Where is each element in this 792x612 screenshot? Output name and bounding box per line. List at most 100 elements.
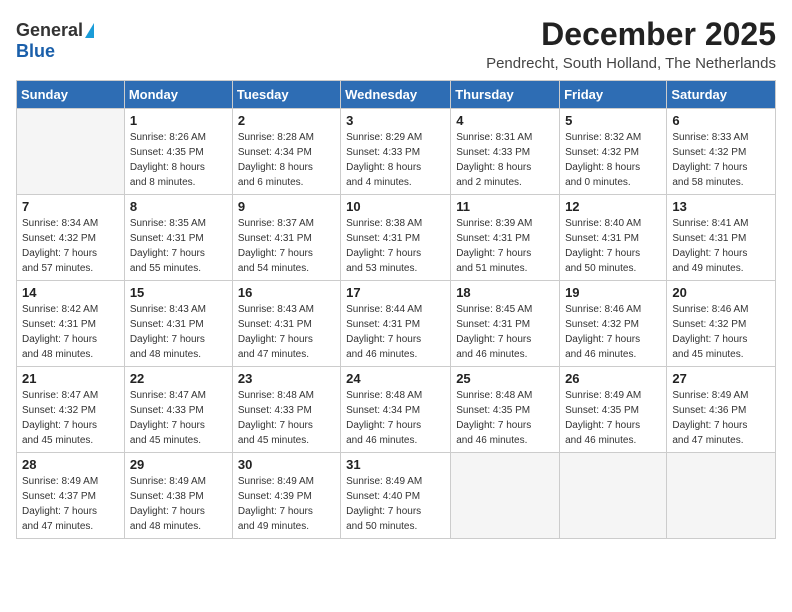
day-info: Sunrise: 8:47 AM Sunset: 4:33 PM Dayligh… bbox=[130, 388, 227, 448]
day-info: Sunrise: 8:39 AM Sunset: 4:31 PM Dayligh… bbox=[456, 216, 554, 276]
day-number: 20 bbox=[672, 285, 770, 300]
day-info: Sunrise: 8:38 AM Sunset: 4:31 PM Dayligh… bbox=[346, 216, 445, 276]
calendar-cell: 16 Sunrise: 8:43 AM Sunset: 4:31 PM Dayli… bbox=[232, 281, 340, 367]
header-friday: Friday bbox=[560, 81, 667, 109]
day-number: 12 bbox=[565, 199, 661, 214]
day-number: 27 bbox=[672, 371, 770, 386]
day-info: Sunrise: 8:43 AM Sunset: 4:31 PM Dayligh… bbox=[238, 302, 335, 362]
calendar-week-3: 14 Sunrise: 8:42 AM Sunset: 4:31 PM Dayli… bbox=[17, 281, 776, 367]
day-number: 6 bbox=[672, 113, 770, 128]
day-info: Sunrise: 8:49 AM Sunset: 4:38 PM Dayligh… bbox=[130, 474, 227, 534]
day-number: 15 bbox=[130, 285, 227, 300]
day-number: 30 bbox=[238, 457, 335, 472]
day-number: 21 bbox=[22, 371, 119, 386]
calendar-cell bbox=[560, 453, 667, 539]
calendar-cell: 22Sunrise: 8:47 AM Sunset: 4:33 PM Dayli… bbox=[124, 367, 232, 453]
day-info: Sunrise: 8:46 AM Sunset: 4:32 PM Dayligh… bbox=[565, 302, 661, 362]
calendar-cell: 7Sunrise: 8:34 AM Sunset: 4:32 PM Daylig… bbox=[17, 195, 125, 281]
day-info: Sunrise: 8:42 AM Sunset: 4:31 PM Dayligh… bbox=[22, 302, 119, 362]
day-number: 3 bbox=[346, 113, 445, 128]
calendar-cell: 12 Sunrise: 8:40 AM Sunset: 4:31 PM Dayli… bbox=[560, 195, 667, 281]
calendar-cell: 30 Sunrise: 8:49 AM Sunset: 4:39 PM Dayli… bbox=[232, 453, 340, 539]
calendar-cell: 6 Sunrise: 8:33 AM Sunset: 4:32 PM Daylig… bbox=[667, 109, 776, 195]
day-info: Sunrise: 8:48 AM Sunset: 4:34 PM Dayligh… bbox=[346, 388, 445, 448]
calendar-cell: 14 Sunrise: 8:42 AM Sunset: 4:31 PM Dayli… bbox=[17, 281, 125, 367]
day-info: Sunrise: 8:49 AM Sunset: 4:35 PM Dayligh… bbox=[565, 388, 661, 448]
day-info: Sunrise: 8:46 AM Sunset: 4:32 PM Dayligh… bbox=[672, 302, 770, 362]
day-info: Sunrise: 8:44 AM Sunset: 4:31 PM Dayligh… bbox=[346, 302, 445, 362]
day-number: 28 bbox=[22, 457, 119, 472]
day-number: 31 bbox=[346, 457, 445, 472]
header-tuesday: Tuesday bbox=[232, 81, 340, 109]
day-number: 2 bbox=[238, 113, 335, 128]
header-monday: Monday bbox=[124, 81, 232, 109]
day-info: Sunrise: 8:40 AM Sunset: 4:31 PM Dayligh… bbox=[565, 216, 661, 276]
calendar-week-4: 21Sunrise: 8:47 AM Sunset: 4:32 PM Dayli… bbox=[17, 367, 776, 453]
calendar-cell: 21Sunrise: 8:47 AM Sunset: 4:32 PM Dayli… bbox=[17, 367, 125, 453]
calendar-week-1: 1 Sunrise: 8:26 AM Sunset: 4:35 PM Daylig… bbox=[17, 109, 776, 195]
calendar-cell bbox=[667, 453, 776, 539]
logo-general: General bbox=[16, 20, 94, 41]
day-number: 24 bbox=[346, 371, 445, 386]
day-number: 4 bbox=[456, 113, 554, 128]
calendar-cell: 2 Sunrise: 8:28 AM Sunset: 4:34 PM Daylig… bbox=[232, 109, 340, 195]
day-number: 19 bbox=[565, 285, 661, 300]
day-info: Sunrise: 8:33 AM Sunset: 4:32 PM Dayligh… bbox=[672, 130, 770, 190]
day-number: 7 bbox=[22, 199, 119, 214]
day-info: Sunrise: 8:26 AM Sunset: 4:35 PM Dayligh… bbox=[130, 130, 227, 190]
header-thursday: Thursday bbox=[451, 81, 560, 109]
header-row: Sunday Monday Tuesday Wednesday Thursday… bbox=[17, 81, 776, 109]
calendar-location: Pendrecht, South Holland, The Netherland… bbox=[486, 55, 776, 72]
day-number: 11 bbox=[456, 199, 554, 214]
day-info: Sunrise: 8:45 AM Sunset: 4:31 PM Dayligh… bbox=[456, 302, 554, 362]
calendar-cell: 27Sunrise: 8:49 AM Sunset: 4:36 PM Dayli… bbox=[667, 367, 776, 453]
logo-triangle-icon bbox=[85, 23, 94, 38]
day-number: 26 bbox=[565, 371, 661, 386]
calendar-cell: 20 Sunrise: 8:46 AM Sunset: 4:32 PM Dayli… bbox=[667, 281, 776, 367]
calendar-cell: 29 Sunrise: 8:49 AM Sunset: 4:38 PM Dayli… bbox=[124, 453, 232, 539]
day-number: 1 bbox=[130, 113, 227, 128]
day-number: 13 bbox=[672, 199, 770, 214]
day-number: 10 bbox=[346, 199, 445, 214]
day-info: Sunrise: 8:37 AM Sunset: 4:31 PM Dayligh… bbox=[238, 216, 335, 276]
calendar-title: December 2025 bbox=[486, 16, 776, 53]
calendar-cell: 15Sunrise: 8:43 AM Sunset: 4:31 PM Dayli… bbox=[124, 281, 232, 367]
calendar-cell: 17Sunrise: 8:44 AM Sunset: 4:31 PM Dayli… bbox=[341, 281, 451, 367]
calendar-cell: 28 Sunrise: 8:49 AM Sunset: 4:37 PM Dayli… bbox=[17, 453, 125, 539]
day-number: 5 bbox=[565, 113, 661, 128]
day-number: 23 bbox=[238, 371, 335, 386]
calendar-cell bbox=[17, 109, 125, 195]
calendar-cell: 31Sunrise: 8:49 AM Sunset: 4:40 PM Dayli… bbox=[341, 453, 451, 539]
day-info: Sunrise: 8:32 AM Sunset: 4:32 PM Dayligh… bbox=[565, 130, 661, 190]
day-number: 25 bbox=[456, 371, 554, 386]
day-number: 16 bbox=[238, 285, 335, 300]
day-info: Sunrise: 8:49 AM Sunset: 4:39 PM Dayligh… bbox=[238, 474, 335, 534]
calendar-cell: 24 Sunrise: 8:48 AM Sunset: 4:34 PM Dayli… bbox=[341, 367, 451, 453]
logo-blue-text: Blue bbox=[16, 41, 55, 62]
calendar-cell: 13 Sunrise: 8:41 AM Sunset: 4:31 PM Dayli… bbox=[667, 195, 776, 281]
calendar-cell: 3Sunrise: 8:29 AM Sunset: 4:33 PM Daylig… bbox=[341, 109, 451, 195]
calendar-cell: 11 Sunrise: 8:39 AM Sunset: 4:31 PM Dayli… bbox=[451, 195, 560, 281]
calendar-cell: 18Sunrise: 8:45 AM Sunset: 4:31 PM Dayli… bbox=[451, 281, 560, 367]
calendar-header: Sunday Monday Tuesday Wednesday Thursday… bbox=[17, 81, 776, 109]
calendar-cell: 4Sunrise: 8:31 AM Sunset: 4:33 PM Daylig… bbox=[451, 109, 560, 195]
day-info: Sunrise: 8:28 AM Sunset: 4:34 PM Dayligh… bbox=[238, 130, 335, 190]
day-number: 14 bbox=[22, 285, 119, 300]
calendar-cell: 10 Sunrise: 8:38 AM Sunset: 4:31 PM Dayli… bbox=[341, 195, 451, 281]
logo: General Blue bbox=[16, 20, 94, 62]
day-info: Sunrise: 8:48 AM Sunset: 4:33 PM Dayligh… bbox=[238, 388, 335, 448]
calendar-body: 1 Sunrise: 8:26 AM Sunset: 4:35 PM Daylig… bbox=[17, 109, 776, 539]
day-info: Sunrise: 8:49 AM Sunset: 4:37 PM Dayligh… bbox=[22, 474, 119, 534]
day-info: Sunrise: 8:41 AM Sunset: 4:31 PM Dayligh… bbox=[672, 216, 770, 276]
day-number: 8 bbox=[130, 199, 227, 214]
calendar-cell: 23 Sunrise: 8:48 AM Sunset: 4:33 PM Dayli… bbox=[232, 367, 340, 453]
calendar-cell: 8Sunrise: 8:35 AM Sunset: 4:31 PM Daylig… bbox=[124, 195, 232, 281]
page-header: General Blue December 2025 Pendrecht, So… bbox=[16, 16, 776, 72]
calendar-cell: 26 Sunrise: 8:49 AM Sunset: 4:35 PM Dayli… bbox=[560, 367, 667, 453]
header-wednesday: Wednesday bbox=[341, 81, 451, 109]
day-number: 29 bbox=[130, 457, 227, 472]
day-number: 9 bbox=[238, 199, 335, 214]
calendar-cell: 1 Sunrise: 8:26 AM Sunset: 4:35 PM Daylig… bbox=[124, 109, 232, 195]
calendar-week-5: 28 Sunrise: 8:49 AM Sunset: 4:37 PM Dayli… bbox=[17, 453, 776, 539]
calendar-week-2: 7Sunrise: 8:34 AM Sunset: 4:32 PM Daylig… bbox=[17, 195, 776, 281]
